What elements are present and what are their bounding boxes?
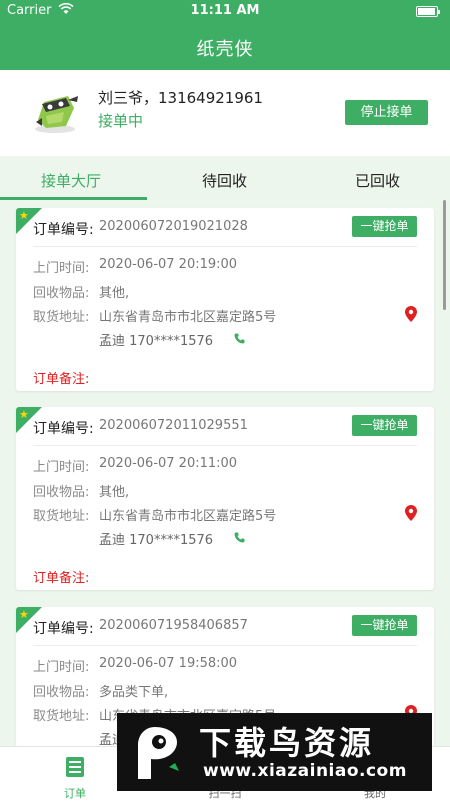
address-label: 取货地址: xyxy=(33,709,90,724)
watermark-overlay: 下载鸟资源 www.xiazainiao.com xyxy=(117,713,432,791)
avatar xyxy=(35,96,78,133)
address-label: 取货地址: xyxy=(33,509,90,524)
location-pin-icon[interactable] xyxy=(405,505,417,521)
app-header: Carrier 11:11 AM 纸壳侠 xyxy=(0,0,450,70)
work-status: 接单中 xyxy=(98,112,144,130)
address-value: 山东省青岛市市北区嘉定路5号 xyxy=(99,509,277,524)
items-value: 多品类下单, xyxy=(99,685,169,700)
visit-time-label: 上门时间: xyxy=(33,660,90,675)
status-bar: Carrier 11:11 AM xyxy=(0,0,450,22)
page-title: 纸壳侠 xyxy=(196,39,254,60)
divider xyxy=(33,445,417,446)
stop-accepting-button[interactable]: 停止接单 xyxy=(345,100,428,125)
items-label: 回收物品: xyxy=(33,685,90,700)
grab-order-button[interactable]: 一键抢单 xyxy=(352,615,417,636)
visit-time-value: 2020-06-07 19:58:00 xyxy=(99,656,238,671)
order-no-value: 202006071958406857 xyxy=(99,618,248,633)
star-icon: ★ xyxy=(19,408,29,421)
order-no-value: 202006072019021028 xyxy=(99,219,248,234)
address-label: 取货地址: xyxy=(33,310,90,325)
items-value: 其他, xyxy=(99,485,130,500)
remark-label: 订单备注: xyxy=(33,372,90,387)
visit-time-value: 2020-06-07 20:11:00 xyxy=(99,456,238,471)
remark-label: 订单备注: xyxy=(33,571,90,586)
order-no-label: 订单编号: xyxy=(33,421,94,437)
contact-info: 孟迪 170****1576 xyxy=(99,533,214,548)
watermark-url: www.xiazainiao.com xyxy=(203,761,407,781)
grab-order-button[interactable]: 一键抢单 xyxy=(352,415,417,436)
order-tabs: 接单大厅 待回收 已回收 xyxy=(0,156,450,200)
scrollbar[interactable] xyxy=(443,200,446,310)
items-label: 回收物品: xyxy=(33,286,90,301)
profile-panel: 刘三爷，13164921961 接单中 停止接单 xyxy=(0,70,450,156)
grab-order-button[interactable]: 一键抢单 xyxy=(352,216,417,237)
visit-time-label: 上门时间: xyxy=(33,261,90,276)
address-value: 山东省青岛市市北区嘉定路5号 xyxy=(99,310,277,325)
order-no-value: 202006072011029551 xyxy=(99,418,248,433)
star-icon: ★ xyxy=(19,209,29,222)
items-value: 其他, xyxy=(99,286,130,301)
location-pin-icon[interactable] xyxy=(405,306,417,322)
order-list-icon xyxy=(66,757,84,777)
user-name-phone: 刘三爷，13164921961 xyxy=(98,89,263,107)
divider xyxy=(33,645,417,646)
order-no-label: 订单编号: xyxy=(33,621,94,637)
order-card[interactable]: ★ 订单编号: 202006072011029551 一键抢单 上门时间: 20… xyxy=(16,407,434,590)
order-no-label: 订单编号: xyxy=(33,222,94,238)
phone-icon[interactable] xyxy=(234,333,245,344)
watermark-bird-logo-icon xyxy=(138,727,179,779)
visit-time-label: 上门时间: xyxy=(33,460,90,475)
tab-pending-recycle[interactable]: 待回收 xyxy=(202,170,247,191)
watermark-title: 下载鸟资源 xyxy=(199,724,375,762)
tab-recycled[interactable]: 已回收 xyxy=(355,170,400,191)
visit-time-value: 2020-06-07 20:19:00 xyxy=(99,257,238,272)
tab-order-hall[interactable]: 接单大厅 xyxy=(41,170,101,191)
clock: 11:11 AM xyxy=(190,3,260,18)
battery-icon xyxy=(416,6,440,17)
divider xyxy=(33,246,417,247)
star-icon: ★ xyxy=(19,608,29,621)
order-card[interactable]: ★ 订单编号: 202006072019021028 一键抢单 上门时间: 20… xyxy=(16,208,434,391)
phone-icon[interactable] xyxy=(234,532,245,543)
items-label: 回收物品: xyxy=(33,485,90,500)
contact-info: 孟迪 170****1576 xyxy=(99,334,214,349)
order-list[interactable]: ★ 订单编号: 202006072019021028 一键抢单 上门时间: 20… xyxy=(0,200,450,746)
